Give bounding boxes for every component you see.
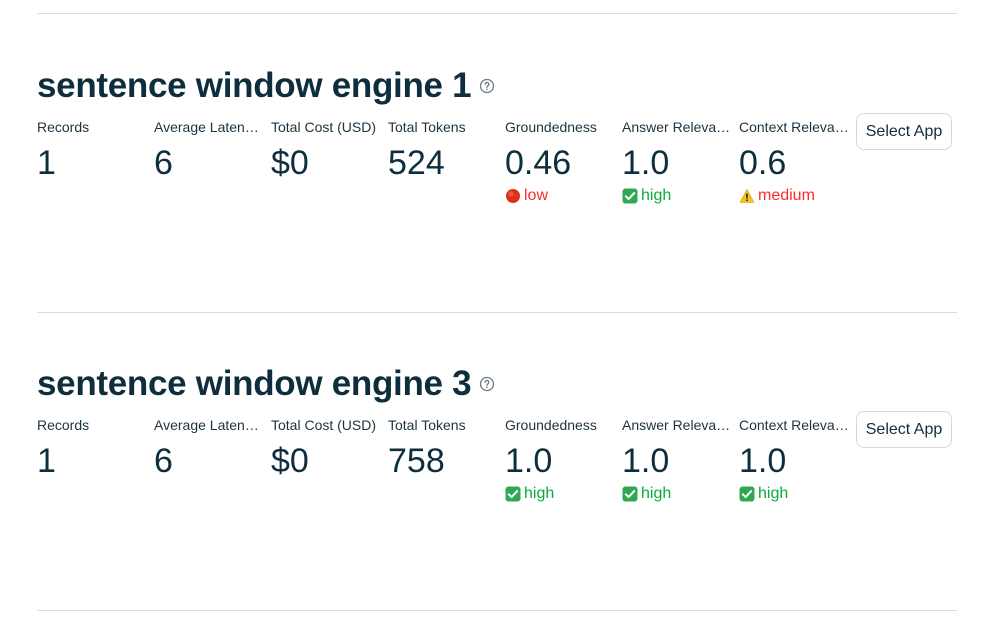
status-badge: high: [622, 186, 732, 206]
metric-value: $0: [271, 144, 309, 182]
metric-label: Groundedness: [505, 417, 597, 433]
metric-groundedness: Groundedness 0.46 low: [505, 118, 615, 206]
metric-groundedness: Groundedness 1.0 high: [505, 416, 615, 504]
metric-records: Records 1: [37, 118, 147, 182]
metric-label: Records: [37, 119, 90, 135]
select-app-button[interactable]: Select App: [856, 113, 952, 150]
metric-average-latency: Average Laten… 6: [154, 118, 264, 182]
status-badge: high: [622, 484, 732, 504]
metric-total-cost: Total Cost (USD) $0: [271, 416, 381, 480]
green-check-box-icon: [505, 486, 521, 502]
metric-context-relevance: Context Releva… 1.0 high: [739, 416, 849, 504]
metric-total-tokens: Total Tokens 758: [388, 416, 498, 480]
divider-bottom: [37, 610, 957, 611]
metric-label: Context Releva…: [739, 417, 849, 433]
status-label: high: [641, 187, 672, 204]
metric-value: $0: [271, 442, 309, 480]
metric-answer-relevance: Answer Releva… 1.0 high: [622, 118, 732, 206]
metric-records: Records 1: [37, 416, 147, 480]
divider-middle: [37, 312, 957, 313]
question-circle-icon[interactable]: [479, 376, 495, 392]
green-check-box-icon: [622, 486, 638, 502]
metric-total-tokens: Total Tokens 524: [388, 118, 498, 182]
metric-label: Groundedness: [505, 119, 597, 135]
status-label: high: [758, 485, 789, 502]
metric-label: Average Laten…: [154, 417, 259, 433]
app-section: sentence window engine 1 Records 1 Avera…: [37, 64, 957, 264]
select-app-button[interactable]: Select App: [856, 411, 952, 448]
metric-value: 1.0: [622, 442, 670, 480]
app-header: sentence window engine 1: [37, 64, 495, 108]
metric-label: Records: [37, 417, 90, 433]
app-header: sentence window engine 3: [37, 362, 495, 406]
metric-value: 524: [388, 144, 445, 182]
divider-top: [37, 13, 957, 14]
metric-value: 1.0: [739, 442, 787, 480]
metric-total-cost: Total Cost (USD) $0: [271, 118, 381, 182]
status-badge: high: [505, 484, 615, 504]
metric-value: 0.6: [739, 144, 787, 182]
metric-value: 6: [154, 144, 173, 182]
app-title: sentence window engine 1: [37, 66, 472, 105]
green-check-box-icon: [622, 188, 638, 204]
status-label: high: [524, 485, 555, 502]
metric-value: 0.46: [505, 144, 572, 182]
green-check-box-icon: [739, 486, 755, 502]
warning-triangle-icon: [739, 188, 755, 204]
metric-label: Total Tokens: [388, 119, 466, 135]
metric-value: 1: [37, 442, 56, 480]
red-circle-icon: [505, 188, 521, 204]
metric-label: Average Laten…: [154, 119, 259, 135]
status-label: high: [641, 485, 672, 502]
metric-answer-relevance: Answer Releva… 1.0 high: [622, 416, 732, 504]
metric-label: Total Tokens: [388, 417, 466, 433]
app-title: sentence window engine 3: [37, 364, 472, 403]
metric-value: 6: [154, 442, 173, 480]
metric-value: 1: [37, 144, 56, 182]
status-badge: high: [739, 484, 849, 504]
metric-value: 1.0: [622, 144, 670, 182]
metric-value: 1.0: [505, 442, 553, 480]
metric-value: 758: [388, 442, 445, 480]
status-label: low: [524, 187, 549, 204]
status-label: medium: [758, 187, 815, 204]
metric-label: Context Releva…: [739, 119, 849, 135]
question-circle-icon[interactable]: [479, 78, 495, 94]
metric-average-latency: Average Laten… 6: [154, 416, 264, 480]
app-section: sentence window engine 3 Records 1 Avera…: [37, 362, 957, 562]
metric-label: Total Cost (USD): [271, 417, 377, 433]
metric-label: Answer Releva…: [622, 119, 731, 135]
metric-context-relevance: Context Releva… 0.6 medium: [739, 118, 849, 206]
status-badge: medium: [739, 186, 849, 206]
status-badge: low: [505, 186, 615, 206]
metric-label: Answer Releva…: [622, 417, 731, 433]
metric-label: Total Cost (USD): [271, 119, 377, 135]
